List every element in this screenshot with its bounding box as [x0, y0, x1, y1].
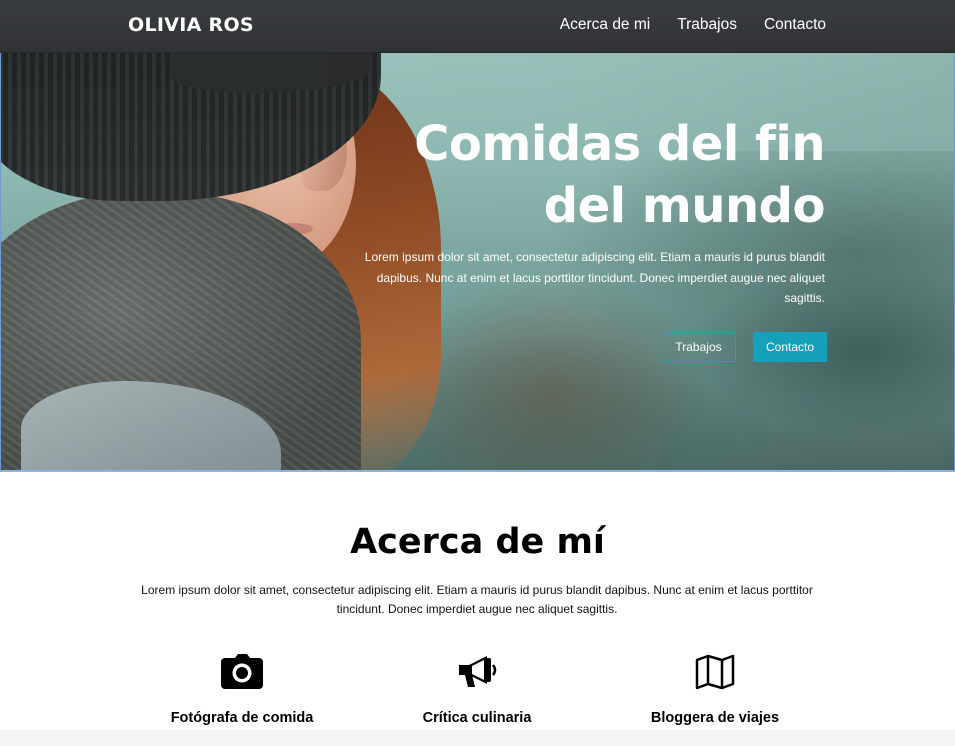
hero-title: Comidas del fin del mundo: [395, 113, 825, 237]
camera-icon: [122, 652, 362, 692]
hero-section: Comidas del fin del mundo Lorem ipsum do…: [0, 0, 955, 472]
page: Comidas del fin del mundo Lorem ipsum do…: [0, 0, 955, 730]
hero-description: Lorem ipsum dolor sit amet, consectetur …: [364, 250, 825, 305]
brand-logo[interactable]: OLIVIA ROS: [128, 14, 254, 36]
navbar: OLIVIA ROS Acerca de mi Trabajos Contact…: [0, 0, 955, 53]
hero-work-button[interactable]: Trabajos: [661, 332, 736, 362]
about-title: Acerca de mí: [350, 522, 605, 562]
feature-label: Crítica culinaria: [422, 710, 532, 726]
feature-label: Bloggera de viajes: [650, 710, 780, 726]
about-description: Lorem ipsum dolor sit amet, consectetur …: [141, 583, 813, 616]
feature-label: Fotógrafa de comida: [170, 710, 314, 726]
feature-food-photographer: Fotógrafa de comida: [122, 652, 362, 726]
map-icon: [595, 652, 835, 692]
nav-link-about[interactable]: Acerca de mi: [560, 16, 650, 34]
hero-title-line-2: del mundo: [543, 178, 826, 234]
nav-link-contact[interactable]: Contacto: [764, 16, 826, 34]
feature-food-critic: Crítica culinaria: [357, 652, 597, 726]
nav-links: Acerca de mi Trabajos Contacto: [560, 16, 826, 34]
megaphone-icon: [357, 652, 597, 692]
hero-title-line-1: Comidas del fin: [414, 116, 825, 172]
feature-travel-blogger: Bloggera de viajes: [595, 652, 835, 726]
nav-link-work[interactable]: Trabajos: [677, 16, 737, 34]
hero-contact-button[interactable]: Contacto: [753, 332, 827, 362]
